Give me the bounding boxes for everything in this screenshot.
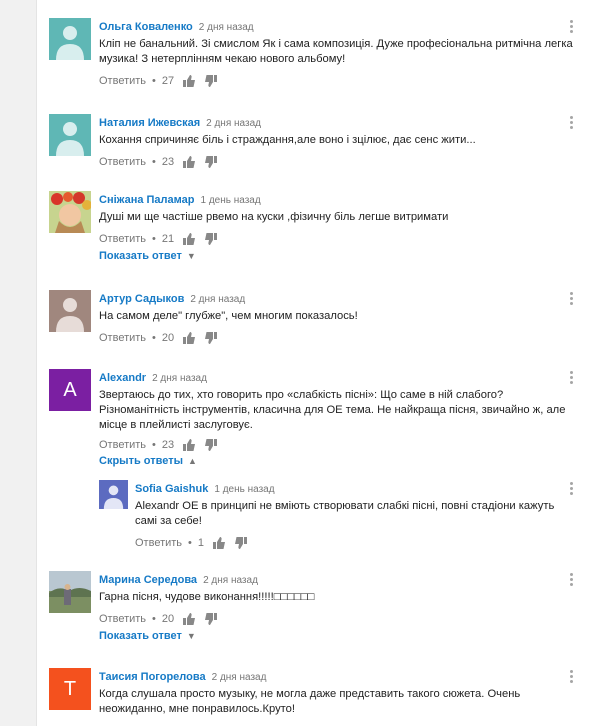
thumbs-down-icon[interactable] — [204, 331, 218, 345]
comment-text: Гарна пісня, чудове виконання!!!!!□□□□□□ — [99, 591, 315, 603]
reply-button[interactable]: Ответить — [99, 611, 146, 627]
comment-item: Марина Середова 2 дня назад Гарна пісня, … — [49, 571, 579, 649]
separator-dot: • — [188, 537, 192, 549]
comment-author[interactable]: Sofia Gaishuk — [135, 483, 208, 495]
separator-dot: • — [152, 156, 156, 168]
letter-avatar[interactable]: Т — [49, 668, 91, 710]
show-replies-toggle[interactable]: Показать ответ ▼ — [99, 250, 196, 262]
comment-time[interactable]: 2 дня назад — [212, 672, 267, 683]
comment-author[interactable]: Alexandr — [99, 372, 146, 384]
like-count: 20 — [161, 613, 175, 625]
comment-item: A Alexandr 2 дня назад Звертаюсь до тих, … — [49, 369, 579, 469]
more-options-icon[interactable] — [570, 20, 573, 35]
thumbs-up-icon[interactable] — [182, 331, 196, 345]
reply-button[interactable]: Ответить — [99, 73, 146, 89]
thumbs-up-icon[interactable] — [182, 438, 196, 452]
comment-item: Наталия Ижевская 2 дня назад Кохання спри… — [49, 114, 579, 174]
photo-avatar-flowers[interactable] — [49, 191, 91, 233]
more-options-icon[interactable] — [570, 573, 573, 588]
comment-text: Душі ми ще частіше рвемо на куски ,фізич… — [99, 211, 449, 223]
comment-time[interactable]: 2 дня назад — [203, 575, 258, 586]
thumbs-down-icon[interactable] — [204, 438, 218, 452]
comment-item: Артур Садыков 2 дня назад На самом деле" … — [49, 290, 579, 350]
reply-button[interactable]: Ответить — [135, 535, 182, 551]
comment-time[interactable]: 2 дня назад — [152, 373, 207, 384]
toggle-label: Показать ответ — [99, 250, 182, 262]
thumbs-down-icon[interactable] — [204, 155, 218, 169]
separator-dot: • — [152, 613, 156, 625]
comment-time[interactable]: 2 дня назад — [190, 294, 245, 305]
comment-author[interactable]: Марина Середова — [99, 574, 197, 586]
thumbs-down-icon[interactable] — [234, 536, 248, 550]
toggle-label: Показать ответ — [99, 630, 182, 642]
comment-time[interactable]: 1 день назад — [214, 484, 274, 495]
chevron-down-icon: ▼ — [186, 251, 196, 261]
comment-time[interactable]: 2 дня назад — [206, 118, 261, 129]
comment-author[interactable]: Артур Садыков — [99, 293, 184, 305]
comment-item: Т Таисия Погорелова 2 дня назад Когда слу… — [49, 668, 579, 726]
separator-dot: • — [152, 332, 156, 344]
comment-text: Alexandr ОЕ в принципі не вміють створюв… — [135, 500, 555, 527]
left-rail — [0, 0, 37, 726]
comment-author[interactable]: Ольга Коваленко — [99, 21, 193, 33]
comment-item: Ольга Коваленко 2 дня назад Кліп не банал… — [49, 18, 579, 93]
thumbs-up-icon[interactable] — [182, 155, 196, 169]
more-options-icon[interactable] — [570, 482, 573, 497]
reply-button[interactable]: Ответить — [99, 154, 146, 170]
default-avatar-icon[interactable] — [49, 114, 91, 156]
like-count: 23 — [161, 156, 175, 168]
photo-avatar-landscape[interactable] — [49, 571, 91, 613]
thumbs-up-icon[interactable] — [182, 232, 196, 246]
comment-author[interactable]: Таисия Погорелова — [99, 671, 206, 683]
like-count: 1 — [197, 537, 205, 549]
thumbs-down-icon[interactable] — [204, 74, 218, 88]
thumbs-down-icon[interactable] — [204, 232, 218, 246]
reply-button[interactable]: Ответить — [99, 231, 146, 247]
chevron-up-icon: ▲ — [187, 456, 197, 466]
toggle-label: Скрыть ответы — [99, 455, 183, 467]
thumbs-down-icon[interactable] — [204, 612, 218, 626]
more-options-icon[interactable] — [570, 116, 573, 131]
default-avatar-icon[interactable] — [99, 480, 128, 509]
separator-dot: • — [152, 233, 156, 245]
more-options-icon[interactable] — [570, 371, 573, 386]
more-options-icon[interactable] — [570, 670, 573, 685]
comment-time[interactable]: 1 день назад — [200, 195, 260, 206]
comment-author[interactable]: Сніжана Паламар — [99, 194, 194, 206]
reply-item: Sofia Gaishuk 1 день назад Alexandr ОЕ в … — [99, 480, 579, 551]
more-options-icon[interactable] — [570, 292, 573, 307]
comment-author[interactable]: Наталия Ижевская — [99, 117, 200, 129]
default-avatar-icon[interactable] — [49, 18, 91, 60]
thumbs-up-icon[interactable] — [182, 74, 196, 88]
like-count: 27 — [161, 75, 175, 87]
comment-text: Кохання спричиняє біль і страждання,але … — [99, 134, 476, 146]
comment-text: Когда слушала просто музыку, не могла да… — [99, 688, 521, 715]
comment-text: На самом деле" глубже", чем многим показ… — [99, 310, 358, 322]
like-count: 21 — [161, 233, 175, 245]
show-replies-toggle[interactable]: Показать ответ ▼ — [99, 630, 196, 642]
chevron-down-icon: ▼ — [186, 631, 196, 641]
hide-replies-toggle[interactable]: Скрыть ответы ▲ — [99, 455, 197, 467]
comment-text: Кліп не банальний. Зі смислом Як і сама … — [99, 38, 573, 65]
comment-item: Сніжана Паламар 1 день назад Душі ми ще ч… — [49, 191, 579, 269]
thumbs-up-icon[interactable] — [182, 612, 196, 626]
like-count: 23 — [161, 439, 175, 451]
reply-button[interactable]: Ответить — [99, 330, 146, 346]
separator-dot: • — [152, 439, 156, 451]
default-avatar-icon[interactable] — [49, 290, 91, 332]
separator-dot: • — [152, 75, 156, 87]
thumbs-up-icon[interactable] — [212, 536, 226, 550]
like-count: 20 — [161, 332, 175, 344]
comment-time[interactable]: 2 дня назад — [199, 22, 254, 33]
comment-text: Звертаюсь до тих, хто говорить про «слаб… — [99, 389, 566, 431]
letter-avatar[interactable]: A — [49, 369, 91, 411]
reply-button[interactable]: Ответить — [99, 437, 146, 453]
